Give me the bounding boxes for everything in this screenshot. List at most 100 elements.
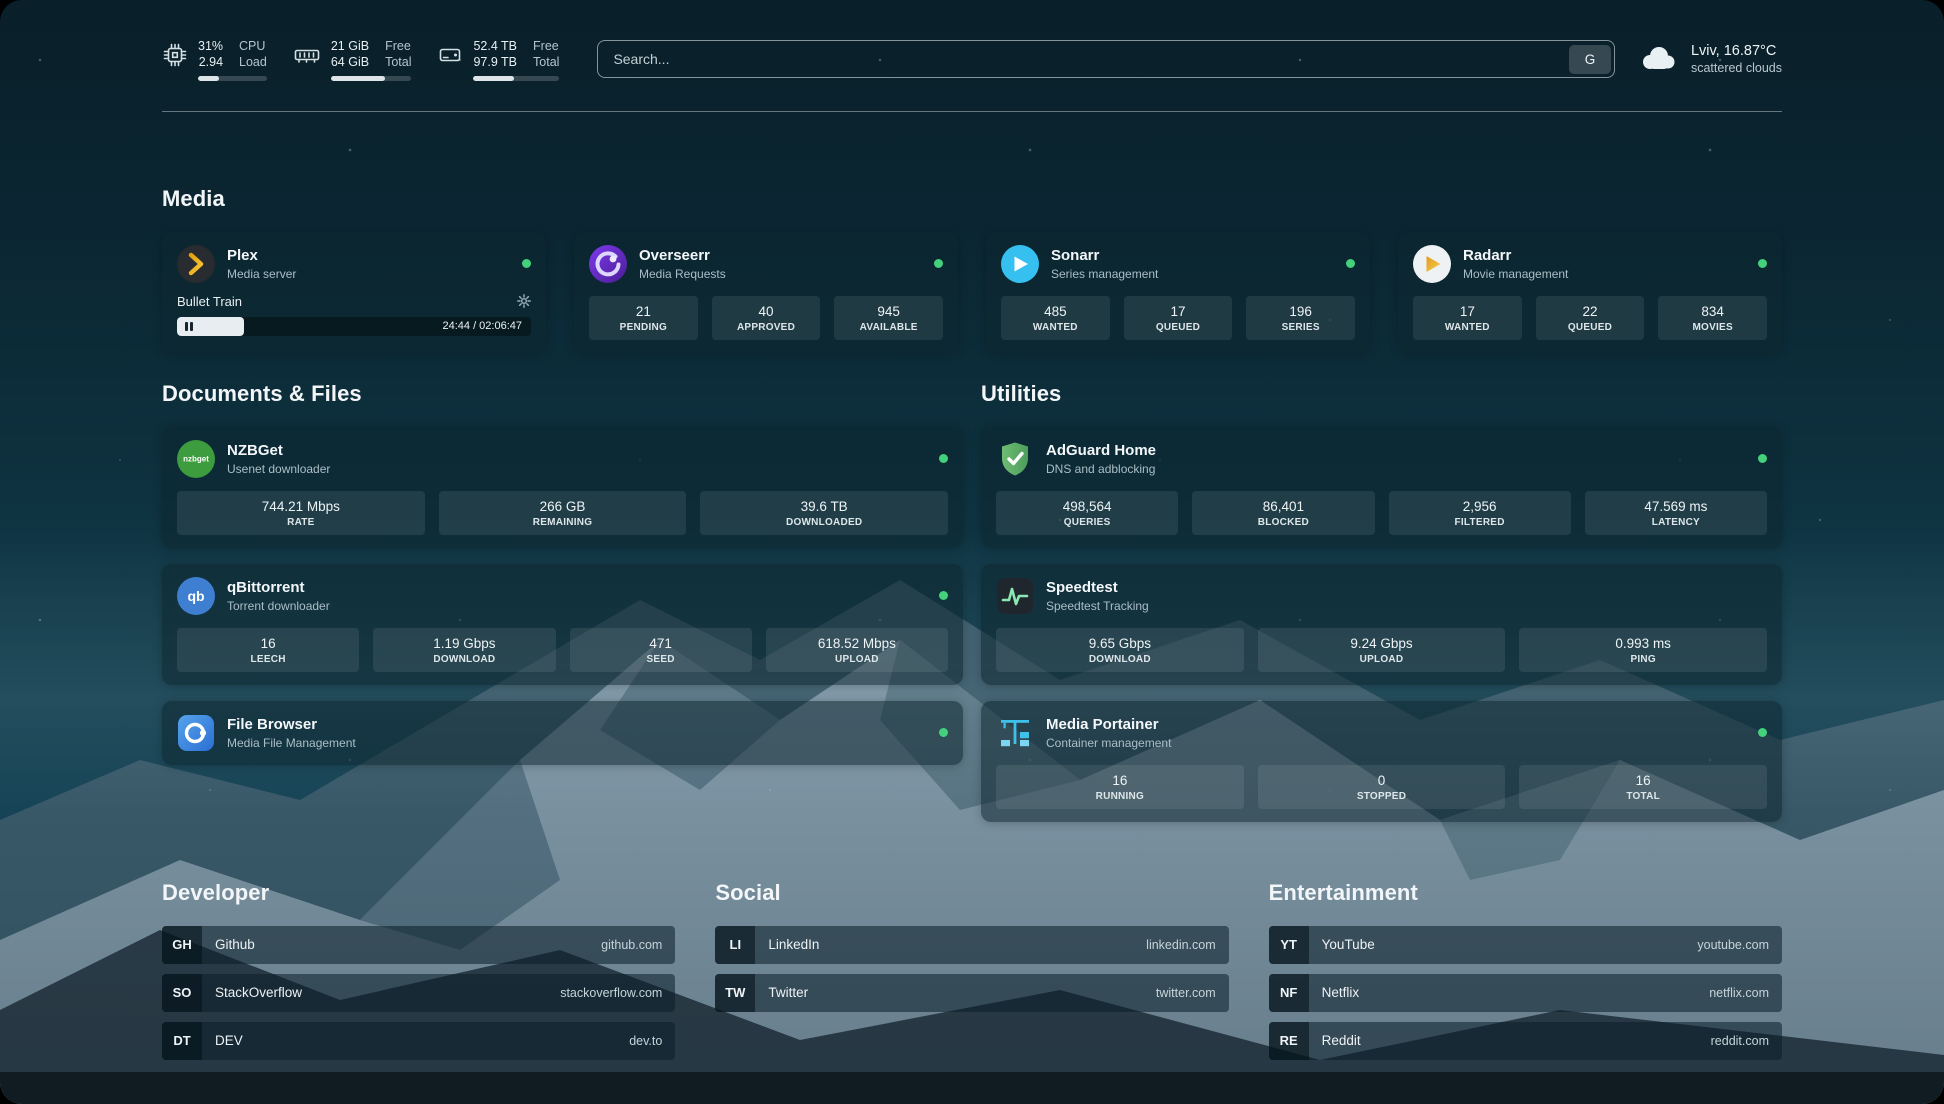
service-card-sonarr[interactable]: Sonarr Series management 485 WANTED 17 Q… [986, 232, 1370, 353]
topbar: 31% 2.94 CPU Load [162, 38, 1782, 81]
stat-filtered: 2,956 FILTERED [1389, 491, 1571, 535]
gear-icon[interactable] [517, 294, 531, 308]
service-card-adguard[interactable]: AdGuard Home DNS and adblocking 498,564 … [981, 427, 1782, 548]
service-subtitle: Media Requests [639, 267, 726, 281]
service-card-speedtest[interactable]: Speedtest Speedtest Tracking 9.65 Gbps D… [981, 564, 1782, 685]
adguard-icon [996, 440, 1034, 478]
portainer-icon [996, 714, 1034, 752]
cpu-percent: 31% [198, 38, 223, 54]
service-subtitle: Media server [227, 267, 296, 281]
stat-movies: 834 MOVIES [1658, 296, 1767, 340]
stat-wanted: 17 WANTED [1413, 296, 1522, 340]
cpu-chip-icon [162, 42, 188, 73]
playback-progress-bar[interactable]: 24:44 / 02:06:47 [177, 317, 531, 336]
stat-queued: 22 QUEUED [1536, 296, 1645, 340]
stat-leech: 16 LEECH [177, 628, 359, 672]
speedtest-icon [996, 577, 1034, 615]
dev-badge-icon: DT [162, 1022, 202, 1060]
memory-progress-fill [331, 76, 385, 81]
service-card-portainer[interactable]: Media Portainer Container management 16 … [981, 701, 1782, 822]
entertainment-links-column: Entertainment YT YouTube youtube.com NF … [1269, 880, 1782, 1060]
links-section: Developer GH Github github.com SO StackO… [162, 880, 1782, 1104]
stat-rate: 744.21 Mbps RATE [177, 491, 425, 535]
stat-wanted: 485 WANTED [1001, 296, 1110, 340]
netflix-badge-icon: NF [1269, 974, 1309, 1012]
service-card-radarr[interactable]: Radarr Movie management 17 WANTED 22 QUE… [1398, 232, 1782, 353]
nzbget-icon: nzbget [177, 440, 215, 478]
service-card-qbittorrent[interactable]: qb qBittorrent Torrent downloader 16 LEE… [162, 564, 963, 685]
status-online-dot [1758, 259, 1767, 268]
stat-blocked: 86,401 BLOCKED [1192, 491, 1374, 535]
social-links-column: Social LI LinkedIn linkedin.com TW Twitt… [715, 880, 1228, 1060]
disk-stats: 52.4 TB 97.9 TB Free Total [473, 38, 559, 81]
link-youtube[interactable]: YT YouTube youtube.com [1269, 926, 1782, 964]
link-github[interactable]: GH Github github.com [162, 926, 675, 964]
service-card-filebrowser[interactable]: File Browser Media File Management [162, 701, 963, 765]
search-input[interactable] [601, 51, 1569, 67]
disk-progress-bar [473, 76, 559, 81]
playback-time: 24:44 / 02:06:47 [442, 320, 531, 332]
cpu-load-label: Load [239, 54, 267, 70]
youtube-badge-icon: YT [1269, 926, 1309, 964]
stat-total: 16 TOTAL [1519, 765, 1767, 809]
stackoverflow-badge-icon: SO [162, 974, 202, 1012]
service-subtitle: DNS and adblocking [1046, 462, 1156, 476]
link-linkedin[interactable]: LI LinkedIn linkedin.com [715, 926, 1228, 964]
status-online-dot [1758, 728, 1767, 737]
status-online-dot [1346, 259, 1355, 268]
weather-widget: Lviv, 16.87°C scattered clouds [1637, 42, 1782, 77]
stat-upload: 9.24 Gbps UPLOAD [1258, 628, 1506, 672]
media-cards-row: Plex Media server Bullet Train [162, 232, 1782, 353]
overseerr-icon [589, 245, 627, 283]
section-title-entertainment: Entertainment [1269, 880, 1782, 906]
twitter-badge-icon: TW [715, 974, 755, 1012]
disk-free-label: Free [533, 38, 559, 54]
link-dev[interactable]: DT DEV dev.to [162, 1022, 675, 1060]
stat-queries: 498,564 QUERIES [996, 491, 1178, 535]
link-netflix[interactable]: NF Netflix netflix.com [1269, 974, 1782, 1012]
stat-approved: 40 APPROVED [712, 296, 821, 340]
stat-ping: 0.993 ms PING [1519, 628, 1767, 672]
service-name: Sonarr [1051, 246, 1158, 266]
memory-icon [293, 42, 321, 73]
memory-progress-bar [331, 76, 412, 81]
service-subtitle: Speedtest Tracking [1046, 599, 1149, 613]
radarr-icon [1413, 245, 1451, 283]
memory-total-label: Total [385, 54, 411, 70]
stat-running: 16 RUNNING [996, 765, 1244, 809]
status-online-dot [939, 454, 948, 463]
stat-upload: 618.52 Mbps UPLOAD [766, 628, 948, 672]
sonarr-icon [1001, 245, 1039, 283]
page-content: 31% 2.94 CPU Load [0, 38, 1944, 1104]
link-reddit[interactable]: RE Reddit reddit.com [1269, 1022, 1782, 1060]
developer-links-column: Developer GH Github github.com SO StackO… [162, 880, 675, 1060]
now-playing-title: Bullet Train [177, 294, 242, 309]
stat-stopped: 0 STOPPED [1258, 765, 1506, 809]
linkedin-badge-icon: LI [715, 926, 755, 964]
service-subtitle: Media File Management [227, 736, 356, 750]
disk-progress-fill [473, 76, 513, 81]
service-card-nzbget[interactable]: nzbget NZBGet Usenet downloader 744.21 M… [162, 427, 963, 548]
section-title-media: Media [162, 186, 1782, 212]
svg-text:qb: qb [187, 588, 204, 604]
link-stackoverflow[interactable]: SO StackOverflow stackoverflow.com [162, 974, 675, 1012]
stat-seed: 471 SEED [570, 628, 752, 672]
cpu-load-value: 2.94 [198, 54, 223, 70]
link-twitter[interactable]: TW Twitter twitter.com [715, 974, 1228, 1012]
memory-free-label: Free [385, 38, 411, 54]
stat-download: 1.19 Gbps DOWNLOAD [373, 628, 555, 672]
memory-total-value: 64 GiB [331, 54, 369, 70]
service-card-overseerr[interactable]: Overseerr Media Requests 21 PENDING 40 A… [574, 232, 958, 353]
service-name: File Browser [227, 715, 356, 735]
service-name: NZBGet [227, 441, 330, 461]
service-card-plex[interactable]: Plex Media server Bullet Train [162, 232, 546, 353]
pause-icon[interactable] [185, 322, 193, 331]
stat-download: 9.65 Gbps DOWNLOAD [996, 628, 1244, 672]
service-subtitle: Container management [1046, 736, 1171, 750]
section-title-developer: Developer [162, 880, 675, 906]
google-search-button[interactable]: G [1569, 45, 1611, 74]
weather-location-temp: Lviv, 16.87°C [1691, 43, 1782, 59]
search-bar[interactable]: G [597, 40, 1615, 78]
disk-total-label: Total [533, 54, 559, 70]
service-name: Overseerr [639, 246, 726, 266]
